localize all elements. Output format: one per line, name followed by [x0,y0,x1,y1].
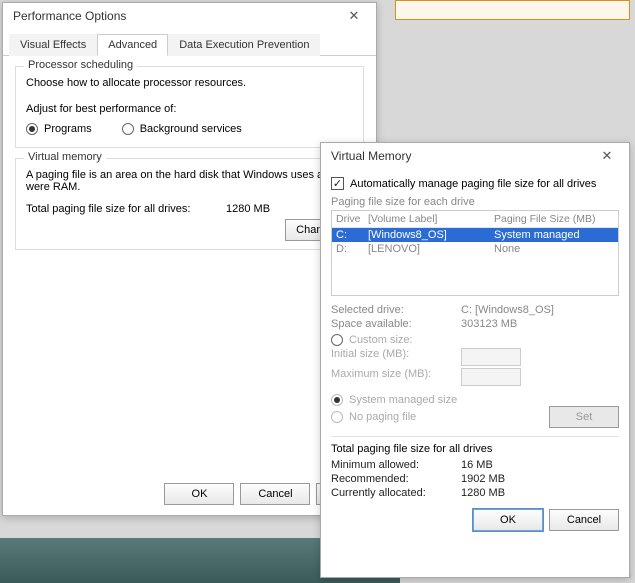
drive-letter: C: [336,229,368,241]
virtual-memory-group: Virtual memory A paging file is an area … [15,158,364,250]
ok-button[interactable]: OK [164,483,234,505]
group-title: Virtual memory [24,151,106,163]
radio-icon [331,411,343,423]
radio-label: Custom size: [349,334,413,346]
cancel-button[interactable]: Cancel [240,483,310,505]
processor-scheduling-group: Processor scheduling Choose how to alloc… [15,66,364,148]
ok-button[interactable]: OK [473,509,543,531]
tab-strip: Visual Effects Advanced Data Execution P… [3,29,376,56]
recommended-label: Recommended: [331,473,461,485]
radio-programs[interactable]: Programs [26,123,92,135]
max-size-label: Maximum size (MB): [331,368,461,386]
auto-manage-checkbox[interactable]: ✓ Automatically manage paging file size … [331,177,619,190]
recommended-value: 1902 MB [461,473,505,485]
radio-no-paging[interactable]: No paging file [331,411,549,423]
total-value: 1280 MB [226,203,270,215]
initial-size-label: Initial size (MB): [331,348,461,366]
min-allowed-label: Minimum allowed: [331,459,461,471]
close-icon[interactable]: ✕ [338,6,370,26]
radio-label: Programs [44,123,92,135]
min-allowed-value: 16 MB [461,459,493,471]
drive-label: [LENOVO] [368,243,494,255]
window-title: Virtual Memory [331,149,411,163]
radio-label: System managed size [349,394,457,406]
radio-system-managed[interactable]: System managed size [331,394,619,406]
totals-title: Total paging file size for all drives [331,443,619,455]
tab-visual-effects[interactable]: Visual Effects [9,34,97,56]
close-icon[interactable]: ✕ [591,146,623,166]
titlebar[interactable]: Virtual Memory ✕ [321,143,629,169]
col-size: Paging File Size (MB) [494,213,614,225]
checkbox-label: Automatically manage paging file size fo… [350,178,596,190]
radio-icon [331,334,343,346]
total-label: Total paging file size for all drives: [26,203,226,215]
drive-letter: D: [336,243,368,255]
drive-size: System managed [494,229,614,241]
window-title: Performance Options [13,9,126,23]
currently-allocated-label: Currently allocated: [331,487,461,499]
adjust-label: Adjust for best performance of: [26,103,353,115]
max-size-input[interactable] [461,368,521,386]
group-title: Processor scheduling [24,59,137,71]
drive-row[interactable]: C: [Windows8_OS] System managed [332,228,618,242]
selected-drive-label: Selected drive: [331,304,461,316]
radio-custom-size[interactable]: Custom size: [331,334,619,346]
radio-icon [331,394,343,406]
group-desc: Choose how to allocate processor resourc… [26,77,353,89]
initial-size-input[interactable] [461,348,521,366]
col-drive: Drive [336,213,368,225]
drives-header: Drive [Volume Label] Paging File Size (M… [332,211,618,228]
vm-desc: A paging file is an area on the hard dis… [26,169,353,193]
radio-icon [26,123,38,135]
virtual-memory-window: Virtual Memory ✕ ✓ Automatically manage … [320,142,630,578]
col-volume: [Volume Label] [368,213,494,225]
space-available-label: Space available: [331,318,461,330]
radio-label: No paging file [349,411,416,423]
radio-icon [122,123,134,135]
radio-background-services[interactable]: Background services [122,123,242,135]
selected-drive-value: C: [Windows8_OS] [461,304,554,316]
each-drive-title: Paging file size for each drive [331,196,619,208]
currently-allocated-value: 1280 MB [461,487,505,499]
set-button[interactable]: Set [549,406,619,428]
drive-label: [Windows8_OS] [368,229,494,241]
space-available-value: 303123 MB [461,318,517,330]
cancel-button[interactable]: Cancel [549,509,619,531]
tab-dep[interactable]: Data Execution Prevention [168,34,320,56]
drive-size: None [494,243,614,255]
drive-row[interactable]: D: [LENOVO] None [332,242,618,256]
background-window-edge [395,0,630,20]
titlebar[interactable]: Performance Options ✕ [3,3,376,29]
drives-list[interactable]: Drive [Volume Label] Paging File Size (M… [331,210,619,296]
tab-advanced[interactable]: Advanced [97,34,168,56]
checkbox-icon: ✓ [331,177,344,190]
radio-label: Background services [140,123,242,135]
